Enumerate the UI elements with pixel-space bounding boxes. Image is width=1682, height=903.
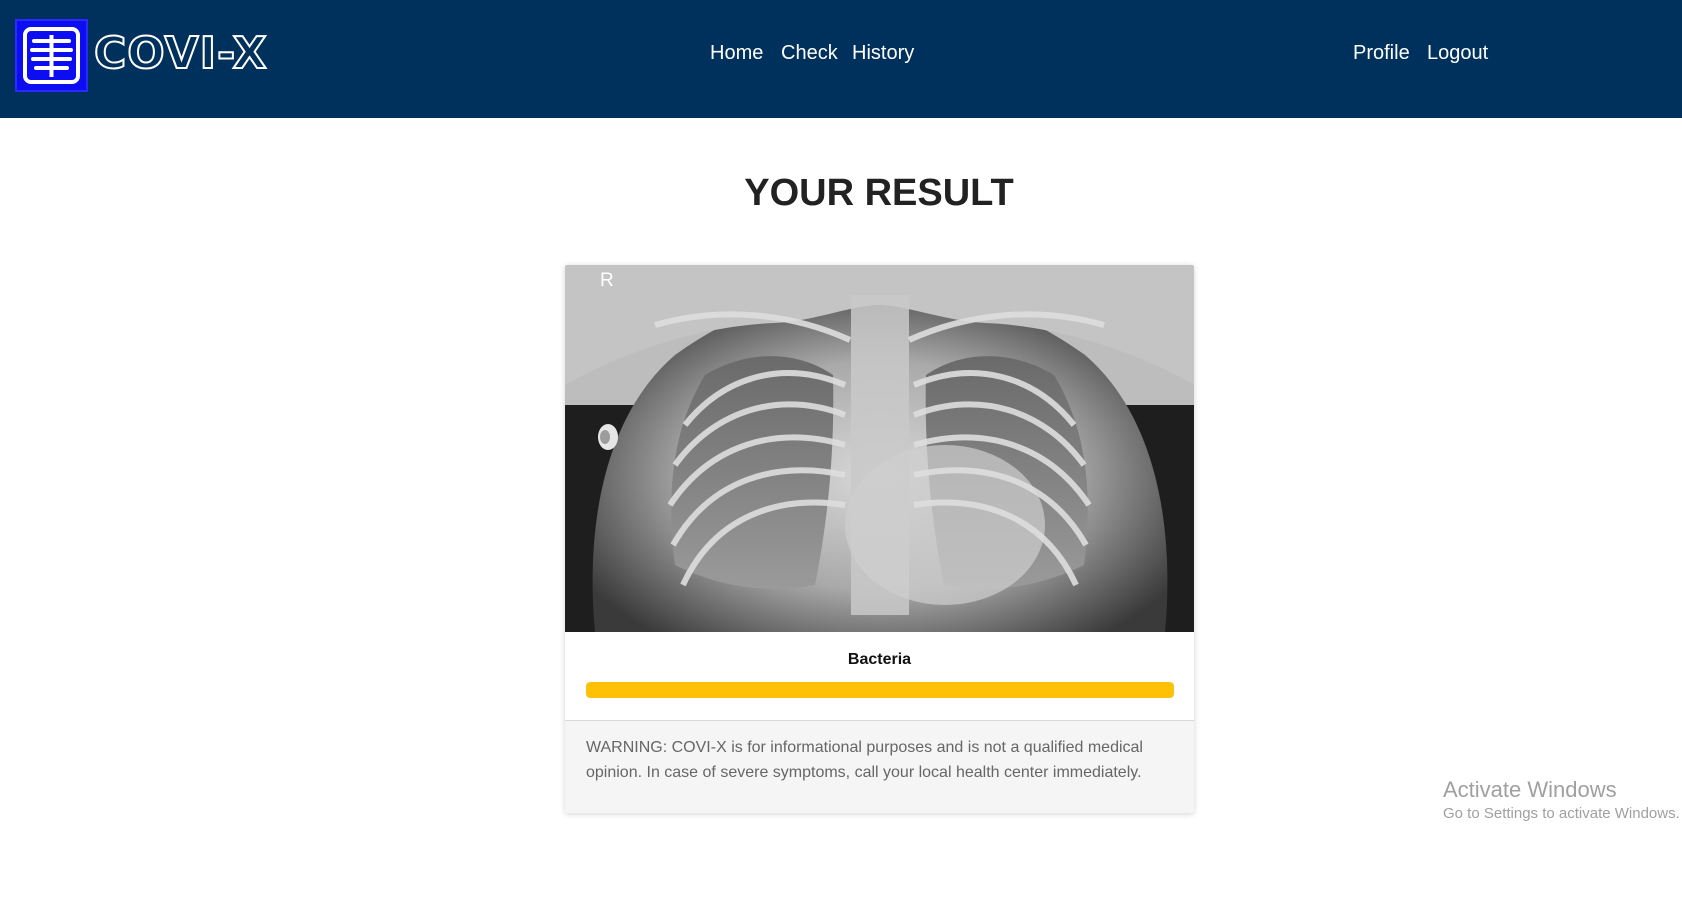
nav-history[interactable]: History — [852, 42, 914, 65]
xray-ribcage-icon — [23, 27, 80, 84]
confidence-bar-fill — [586, 682, 1174, 698]
warning-text: WARNING: COVI-X is for informational pur… — [586, 739, 1143, 781]
nav-check[interactable]: Check — [781, 42, 838, 65]
xray-marker: R — [600, 270, 614, 291]
watermark-title: Activate Windows — [1443, 777, 1617, 802]
result-label: Bacteria — [847, 651, 912, 668]
activation-watermark: Activate Windows Go to Settings to activ… — [1443, 776, 1680, 824]
card-footer: WARNING: COVI-X is for informational pur… — [565, 720, 1194, 813]
nav-logout[interactable]: Logout — [1427, 42, 1488, 65]
page-title: YOUR RESULT — [744, 172, 1014, 214]
watermark-subtitle: Go to Settings to activate Windows. — [1443, 805, 1680, 822]
navbar: COVI-X Home Check History Profile Logout — [0, 0, 1682, 118]
nav-home[interactable]: Home — [710, 42, 763, 65]
confidence-bar — [586, 682, 1174, 698]
logo[interactable] — [15, 19, 88, 92]
result-card: R Bacteria WARNING: COVI-X is for inform… — [565, 265, 1194, 813]
brand-name[interactable]: COVI-X — [93, 27, 268, 80]
nav-profile[interactable]: Profile — [1353, 42, 1410, 65]
chest-xray-image: R — [565, 265, 1194, 632]
